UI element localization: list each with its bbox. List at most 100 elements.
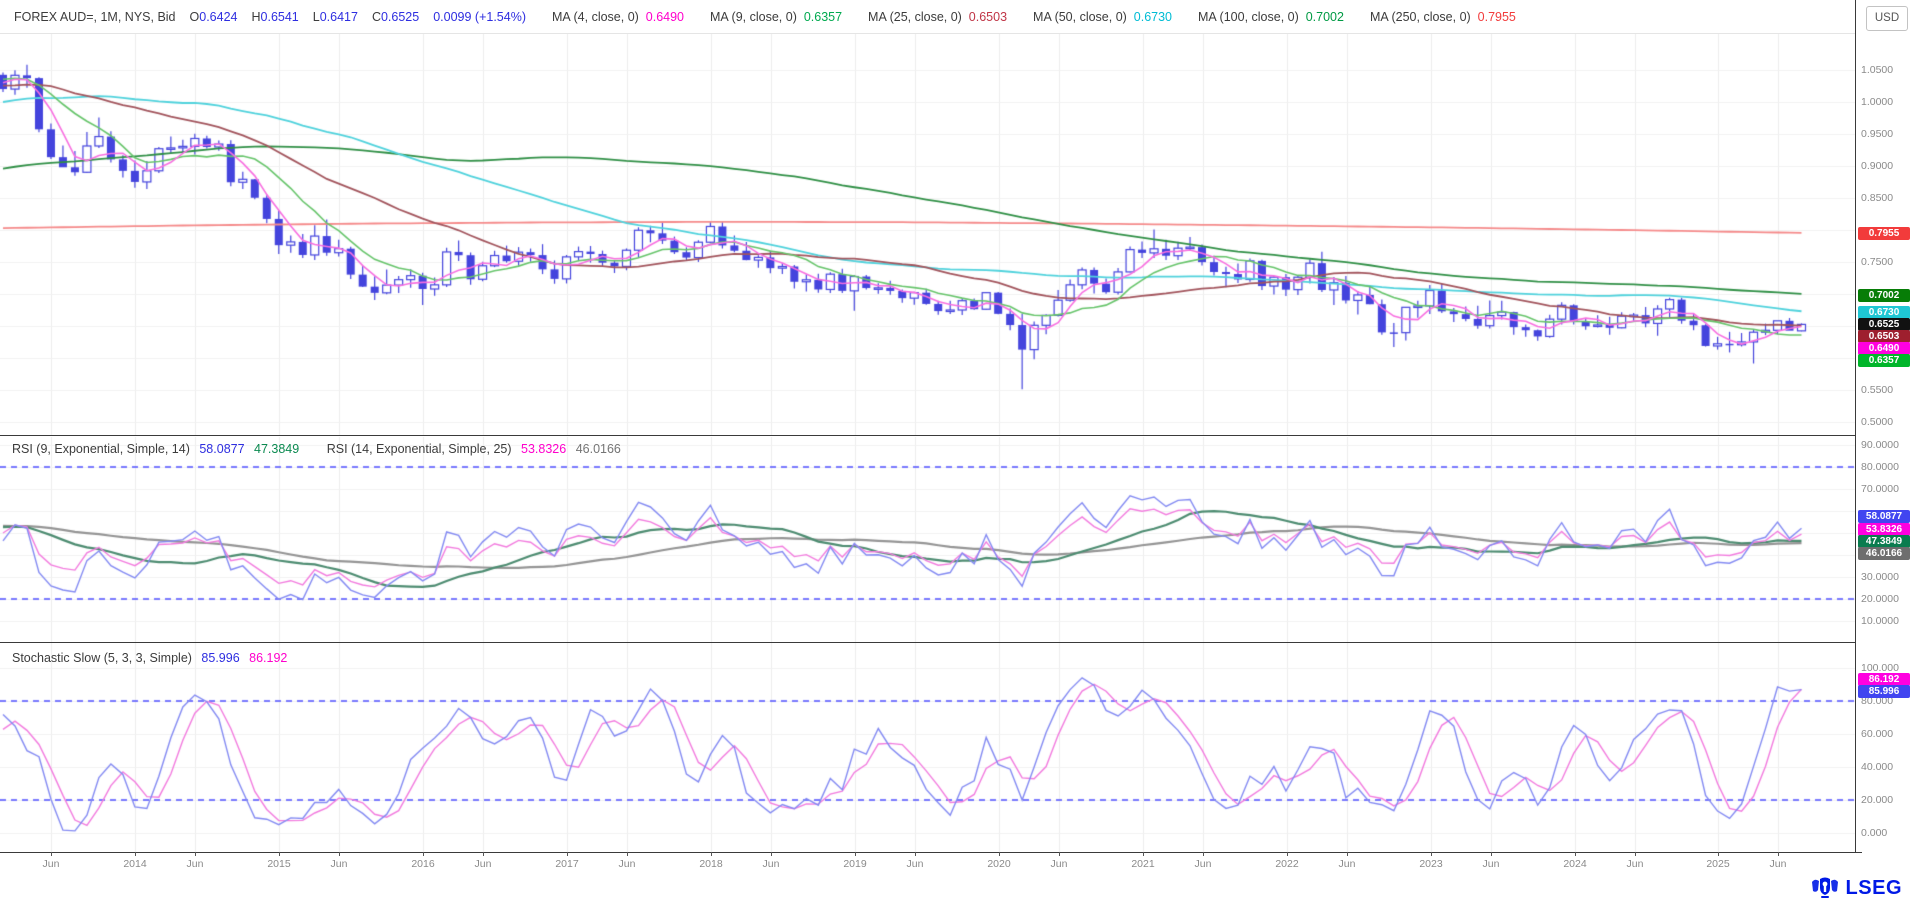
x-axis-label: 2024 <box>1563 858 1586 870</box>
rsi-legend: RSI (9, Exponential, Simple, 14) 58.0877… <box>12 442 627 456</box>
price-axis-tick: 0.7500 <box>1861 256 1893 268</box>
x-axis-tickmark <box>1431 852 1432 856</box>
ma100-legend: MA (100, close, 0) 0.7002 <box>1198 10 1344 24</box>
ma50-legend: MA (50, close, 0) 0.6730 <box>1033 10 1172 24</box>
ma250-legend: MA (250, close, 0) 0.7955 <box>1370 10 1516 24</box>
x-axis-tickmark <box>1347 852 1348 856</box>
x-axis-tickmark <box>1143 852 1144 856</box>
rsi-axis-tick: 90.0000 <box>1861 439 1899 451</box>
x-axis-tickmark <box>915 852 916 856</box>
rsi-axis-badge: 46.0166 <box>1858 547 1910 560</box>
net-change: 0.0099 (+1.54%) <box>433 10 526 24</box>
price-legend-bar: FOREX AUD=, 1M, NYS, Bid O0.6424 H0.6541… <box>0 0 1855 33</box>
ohlc-high: H0.6541 <box>251 10 298 24</box>
x-axis-tickmark <box>1059 852 1060 856</box>
price-axis-tick: 0.9000 <box>1861 160 1893 172</box>
legend-divider <box>0 33 1855 34</box>
x-axis-tickmark <box>855 852 856 856</box>
x-axis-label: Jun <box>1770 858 1787 870</box>
x-axis-label: 2017 <box>555 858 578 870</box>
x-axis-tickmark <box>627 852 628 856</box>
x-axis-label: Jun <box>1627 858 1644 870</box>
x-axis-tickmark <box>1575 852 1576 856</box>
rsi-axis-tick: 10.0000 <box>1861 615 1899 627</box>
price-panel-canvas[interactable] <box>0 34 1856 435</box>
price-axis-tick: 1.0000 <box>1861 96 1893 108</box>
x-axis-tickmark <box>567 852 568 856</box>
x-axis-tickmark <box>999 852 1000 856</box>
chart-application-window: FOREX AUD=, 1M, NYS, Bid O0.6424 H0.6541… <box>0 0 1916 905</box>
x-axis-tickmark <box>711 852 712 856</box>
x-axis-label: 2014 <box>123 858 146 870</box>
x-axis-tickmark <box>483 852 484 856</box>
x-axis-tickmark <box>1491 852 1492 856</box>
currency-button[interactable]: USD <box>1866 6 1908 31</box>
ohlc-open: O0.6424 <box>190 10 238 24</box>
x-axis-label: 2022 <box>1275 858 1298 870</box>
x-axis-label: 2020 <box>987 858 1010 870</box>
price-axis-tick: 1.0500 <box>1861 64 1893 76</box>
stochastic-panel-canvas[interactable] <box>0 643 1856 852</box>
lseg-crest-icon <box>1810 876 1840 900</box>
x-axis-label: Jun <box>1339 858 1356 870</box>
rsi-panel-canvas[interactable] <box>0 437 1856 642</box>
x-axis-tickmark <box>1635 852 1636 856</box>
x-axis-label: Jun <box>1483 858 1500 870</box>
stochastic-legend: Stochastic Slow (5, 3, 3, Simple) 85.996… <box>12 651 293 665</box>
x-axis-label: Jun <box>763 858 780 870</box>
x-axis-tickmark <box>423 852 424 856</box>
price-axis-badge: 0.7955 <box>1858 227 1910 240</box>
ohlc-close: C0.6525 <box>372 10 419 24</box>
x-axis-tickmark <box>135 852 136 856</box>
price-rsi-divider <box>0 435 1856 436</box>
x-axis-label: 2018 <box>699 858 722 870</box>
stoch-axis-tick: 20.000 <box>1861 794 1893 806</box>
rsi-axis-badge: 58.0877 <box>1858 510 1910 523</box>
x-axis-tickmark <box>1287 852 1288 856</box>
lseg-logo-text: LSEG <box>1846 877 1902 900</box>
ma4-legend: MA (4, close, 0) 0.6490 <box>552 10 684 24</box>
x-axis-label: Jun <box>907 858 924 870</box>
x-axis-label: 2021 <box>1131 858 1154 870</box>
stoch-axis-badge: 85.996 <box>1858 685 1910 698</box>
ohlc-low: L0.6417 <box>313 10 358 24</box>
x-axis-tickmark <box>1203 852 1204 856</box>
x-axis-label: 2015 <box>267 858 290 870</box>
rsi-axis-tick: 70.0000 <box>1861 483 1899 495</box>
rsi-axis-tick: 80.0000 <box>1861 461 1899 473</box>
rsi-axis-tick: 20.0000 <box>1861 593 1899 605</box>
x-axis-tickmark <box>771 852 772 856</box>
x-axis-label: Jun <box>187 858 204 870</box>
x-axis-tickmark <box>195 852 196 856</box>
x-axis-tickmark <box>1778 852 1779 856</box>
x-axis-label: Jun <box>1195 858 1212 870</box>
x-axis-tickmark <box>1718 852 1719 856</box>
x-axis-label: Jun <box>475 858 492 870</box>
lseg-logo: LSEG <box>1810 876 1902 900</box>
price-axis-badge: 0.7002 <box>1858 289 1910 302</box>
price-axis-badge: 0.6357 <box>1858 354 1910 367</box>
x-axis-label: Jun <box>331 858 348 870</box>
x-axis-label: Jun <box>1051 858 1068 870</box>
y-axis-line <box>1855 0 1856 853</box>
x-axis-label: 2023 <box>1419 858 1442 870</box>
price-axis-tick: 0.9500 <box>1861 128 1893 140</box>
x-axis-label: 2025 <box>1706 858 1729 870</box>
instrument-title: FOREX AUD=, 1M, NYS, Bid <box>14 10 176 24</box>
stoch-axis-tick: 40.000 <box>1861 761 1893 773</box>
ma25-legend: MA (25, close, 0) 0.6503 <box>868 10 1007 24</box>
x-axis-tickmark <box>279 852 280 856</box>
ma9-legend: MA (9, close, 0) 0.6357 <box>710 10 842 24</box>
price-axis-tick: 0.5500 <box>1861 384 1893 396</box>
rsi-axis-tick: 30.0000 <box>1861 571 1899 583</box>
price-axis-tick: 0.8500 <box>1861 192 1893 204</box>
x-axis-tickmark <box>339 852 340 856</box>
x-axis-label: Jun <box>619 858 636 870</box>
stoch-axis-tick: 60.000 <box>1861 728 1893 740</box>
stoch-axis-tick: 0.000 <box>1861 827 1887 839</box>
rsi-stoch-divider <box>0 642 1856 643</box>
x-axis-label: 2019 <box>843 858 866 870</box>
x-axis-label: Jun <box>43 858 60 870</box>
x-axis-tickmark <box>51 852 52 856</box>
x-axis-label: 2016 <box>411 858 434 870</box>
